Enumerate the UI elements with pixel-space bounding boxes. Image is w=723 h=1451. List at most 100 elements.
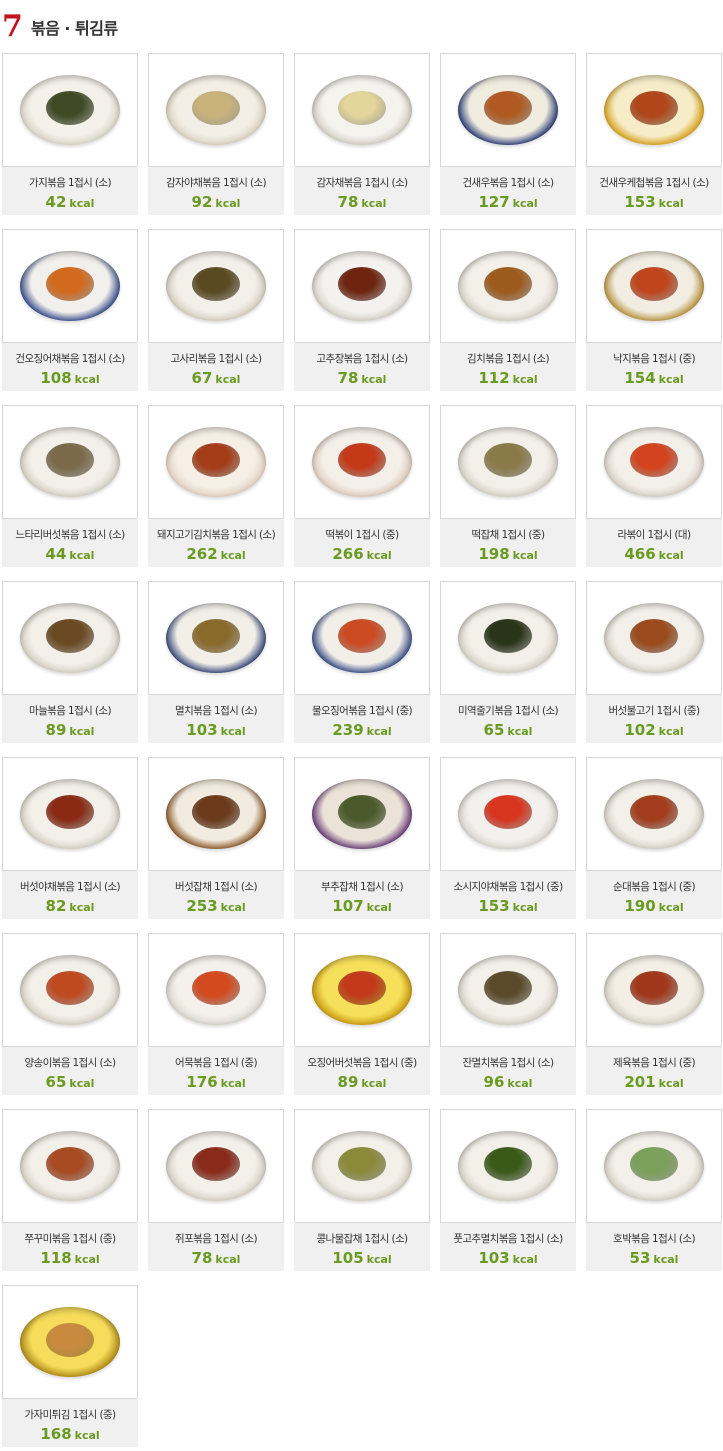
food-card[interactable]: 건새우볶음 1접시 (소) 127 kcal <box>440 53 576 215</box>
food-photo[interactable] <box>294 53 430 167</box>
kcal-line: 112 kcal <box>440 368 576 387</box>
food-card[interactable]: 멸치볶음 1접시 (소) 103 kcal <box>148 581 284 743</box>
food-name: 마늘볶음 1접시 (소) <box>29 705 112 717</box>
food-name: 멸치볶음 1접시 (소) <box>175 705 258 717</box>
food-photo[interactable] <box>294 405 430 519</box>
food-photo[interactable] <box>440 405 576 519</box>
food-card[interactable]: 미역줄기볶음 1접시 (소) 65 kcal <box>440 581 576 743</box>
kcal-value: 65 <box>483 721 505 739</box>
food-photo[interactable] <box>2 581 138 695</box>
bowl-image <box>20 603 120 673</box>
food-photo[interactable] <box>294 1109 430 1223</box>
kcal-unit: kcal <box>658 549 684 562</box>
food-photo[interactable] <box>440 1109 576 1223</box>
food-card[interactable]: 떡볶이 1접시 (중) 266 kcal <box>294 405 430 567</box>
food-photo[interactable] <box>294 229 430 343</box>
food-photo[interactable] <box>2 757 138 871</box>
food-photo[interactable] <box>586 405 722 519</box>
food-card[interactable]: 감자채볶음 1접시 (소) 78 kcal <box>294 53 430 215</box>
food-card[interactable]: 라볶이 1접시 (대) 466 kcal <box>586 405 722 567</box>
food-card[interactable]: 양송이볶음 1접시 (소) 65 kcal <box>2 933 138 1095</box>
bowl-image <box>20 75 120 145</box>
food-photo[interactable] <box>148 229 284 343</box>
food-photo[interactable] <box>440 933 576 1047</box>
kcal-line: 96 kcal <box>440 1072 576 1091</box>
food-photo[interactable] <box>586 581 722 695</box>
food-photo[interactable] <box>2 229 138 343</box>
kcal-value: 176 <box>186 1073 218 1091</box>
food-card[interactable]: 김치볶음 1접시 (소) 112 kcal <box>440 229 576 391</box>
food-name: 가지볶음 1접시 (소) <box>29 177 112 189</box>
food-photo[interactable] <box>148 757 284 871</box>
food-card[interactable]: 버섯야채볶음 1접시 (소) 82 kcal <box>2 757 138 919</box>
food-card[interactable]: 부추잡채 1접시 (소) 107 kcal <box>294 757 430 919</box>
bowl-image <box>458 251 558 321</box>
food-card[interactable]: 떡잡채 1접시 (중) 198 kcal <box>440 405 576 567</box>
food-card[interactable]: 오징어버섯볶음 1접시 (중) 89 kcal <box>294 933 430 1095</box>
food-card[interactable]: 가자미튀김 1접시 (중) 168 kcal <box>2 1285 138 1447</box>
food-photo[interactable] <box>148 405 284 519</box>
food-card[interactable]: 어묵볶음 1접시 (중) 176 kcal <box>148 933 284 1095</box>
food-card[interactable]: 버섯잡채 1접시 (소) 253 kcal <box>148 757 284 919</box>
kcal-unit: kcal <box>507 725 533 738</box>
food-card[interactable]: 돼지고기김치볶음 1접시 (소) 262 kcal <box>148 405 284 567</box>
bowl-image <box>604 251 704 321</box>
food-card[interactable]: 물오징어볶음 1접시 (중) 239 kcal <box>294 581 430 743</box>
kcal-line: 42 kcal <box>2 192 138 211</box>
food-photo[interactable] <box>294 581 430 695</box>
food-card[interactable]: 버섯불고기 1접시 (중) 102 kcal <box>586 581 722 743</box>
food-photo[interactable] <box>2 1109 138 1223</box>
food-photo[interactable] <box>586 1109 722 1223</box>
food-photo[interactable] <box>440 581 576 695</box>
food-photo[interactable] <box>2 405 138 519</box>
kcal-line: 78 kcal <box>294 368 430 387</box>
food-card[interactable]: 순대볶음 1접시 (중) 190 kcal <box>586 757 722 919</box>
food-card[interactable]: 느타리버섯볶음 1접시 (소) 44 kcal <box>2 405 138 567</box>
kcal-value: 44 <box>45 545 67 563</box>
food-card[interactable]: 고추장볶음 1접시 (소) 78 kcal <box>294 229 430 391</box>
food-card[interactable]: 풋고추멸치볶음 1접시 (소) 103 kcal <box>440 1109 576 1271</box>
food-card[interactable]: 마늘볶음 1접시 (소) 89 kcal <box>2 581 138 743</box>
food-card[interactable]: 건새우케첩볶음 1접시 (소) 153 kcal <box>586 53 722 215</box>
food-photo[interactable] <box>148 53 284 167</box>
food-photo[interactable] <box>440 229 576 343</box>
food-name: 건새우케첩볶음 1접시 (소) <box>599 177 709 189</box>
bowl-image <box>604 603 704 673</box>
kcal-value: 112 <box>478 369 510 387</box>
food-photo[interactable] <box>2 933 138 1047</box>
food-card[interactable]: 콩나물잡채 1접시 (소) 105 kcal <box>294 1109 430 1271</box>
food-photo[interactable] <box>586 757 722 871</box>
food-photo[interactable] <box>440 53 576 167</box>
food-card[interactable]: 소시지야채볶음 1접시 (중) 153 kcal <box>440 757 576 919</box>
food-caption: 잔멸치볶음 1접시 (소) 96 kcal <box>440 1047 576 1095</box>
food-photo[interactable] <box>294 933 430 1047</box>
food-caption: 쥐포볶음 1접시 (소) 78 kcal <box>148 1223 284 1271</box>
bowl-image <box>458 75 558 145</box>
bowl-image <box>166 779 266 849</box>
food-photo[interactable] <box>440 757 576 871</box>
food-photo[interactable] <box>2 1285 138 1399</box>
food-card[interactable]: 쭈꾸미볶음 1접시 (중) 118 kcal <box>2 1109 138 1271</box>
food-card[interactable]: 잔멸치볶음 1접시 (소) 96 kcal <box>440 933 576 1095</box>
food-card[interactable]: 감자야채볶음 1접시 (소) 92 kcal <box>148 53 284 215</box>
food-card[interactable]: 쥐포볶음 1접시 (소) 78 kcal <box>148 1109 284 1271</box>
food-photo[interactable] <box>294 757 430 871</box>
food-name: 어묵볶음 1접시 (중) <box>175 1057 258 1069</box>
food-card[interactable]: 건오징어채볶음 1접시 (소) 108 kcal <box>2 229 138 391</box>
food-name: 버섯야채볶음 1접시 (소) <box>19 881 121 893</box>
kcal-line: 89 kcal <box>294 1072 430 1091</box>
food-photo[interactable] <box>148 933 284 1047</box>
food-photo[interactable] <box>2 53 138 167</box>
kcal-unit: kcal <box>69 1077 95 1090</box>
food-photo[interactable] <box>148 1109 284 1223</box>
food-photo[interactable] <box>586 53 722 167</box>
food-photo[interactable] <box>148 581 284 695</box>
food-card[interactable]: 고사리볶음 1접시 (소) 67 kcal <box>148 229 284 391</box>
food-card[interactable]: 호박볶음 1접시 (소) 53 kcal <box>586 1109 722 1271</box>
kcal-line: 102 kcal <box>586 720 722 739</box>
food-card[interactable]: 제육볶음 1접시 (중) 201 kcal <box>586 933 722 1095</box>
food-card[interactable]: 낙지볶음 1접시 (중) 154 kcal <box>586 229 722 391</box>
food-photo[interactable] <box>586 933 722 1047</box>
food-card[interactable]: 가지볶음 1접시 (소) 42 kcal <box>2 53 138 215</box>
food-photo[interactable] <box>586 229 722 343</box>
